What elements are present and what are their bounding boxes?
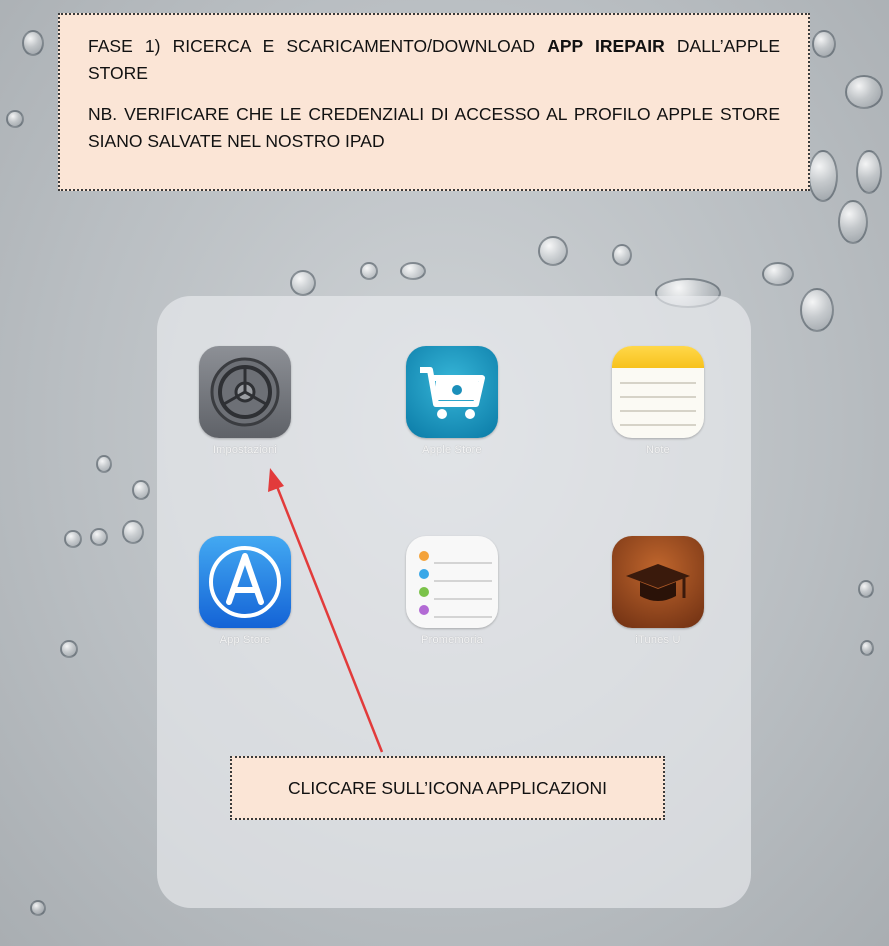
water-drop: [360, 262, 378, 280]
app-reminders[interactable]: Promemoria: [397, 536, 507, 646]
water-drop: [400, 262, 426, 280]
water-drop: [22, 30, 44, 56]
reminders-icon: [406, 536, 498, 628]
instruction-callout: FASE 1) RICERCA E SCARICAMENTO/DOWNLOAD …: [58, 13, 810, 191]
app-label: Note: [645, 444, 671, 456]
app-itunes-u[interactable]: iTunes U: [603, 536, 713, 646]
water-drop: [860, 640, 874, 656]
water-drop: [6, 110, 24, 128]
click-instruction-callout: CLICCARE SULL’ICONA APPLICAZIONI: [230, 756, 665, 820]
app-apple-store[interactable]: Apple Store: [397, 346, 507, 456]
instruction-step: FASE 1) RICERCA E SCARICAMENTO/DOWNLOAD …: [88, 33, 780, 87]
settings-gear-icon: [199, 346, 291, 438]
apple-store-cart-icon: [406, 346, 498, 438]
app-notes[interactable]: Note: [603, 346, 713, 456]
water-drop: [838, 200, 868, 244]
water-drop: [808, 150, 838, 202]
water-drop: [812, 30, 836, 58]
app-name-highlight: APP IREPAIR: [547, 36, 665, 56]
app-app-store[interactable]: App Store: [190, 536, 300, 646]
app-label: Impostazioni: [212, 444, 278, 456]
app-store-icon: [199, 536, 291, 628]
app-label: Apple Store: [422, 444, 482, 456]
water-drop: [96, 455, 112, 473]
water-drop: [800, 288, 834, 332]
app-label: iTunes U: [635, 634, 681, 646]
water-drop: [858, 580, 874, 598]
instruction-note: NB. VERIFICARE CHE LE CREDENZIALI DI ACC…: [88, 104, 780, 151]
app-settings[interactable]: Impostazioni: [190, 346, 300, 456]
water-drop: [122, 520, 144, 544]
water-drop: [762, 262, 794, 286]
notes-icon: [612, 346, 704, 438]
water-drop: [132, 480, 150, 500]
water-drop: [856, 150, 882, 194]
app-label: App Store: [219, 634, 271, 646]
water-drop: [290, 270, 316, 296]
app-label: Promemoria: [421, 634, 483, 646]
water-drop: [612, 244, 632, 266]
water-drop: [845, 75, 883, 109]
water-drop: [60, 640, 78, 658]
step-text: FASE 1) RICERCA E SCARICAMENTO/DOWNLOAD: [88, 36, 548, 56]
water-drop: [90, 528, 108, 546]
water-drop: [64, 530, 82, 548]
water-drop: [538, 236, 568, 266]
itunes-u-icon: [612, 536, 704, 628]
water-drop: [30, 900, 46, 916]
